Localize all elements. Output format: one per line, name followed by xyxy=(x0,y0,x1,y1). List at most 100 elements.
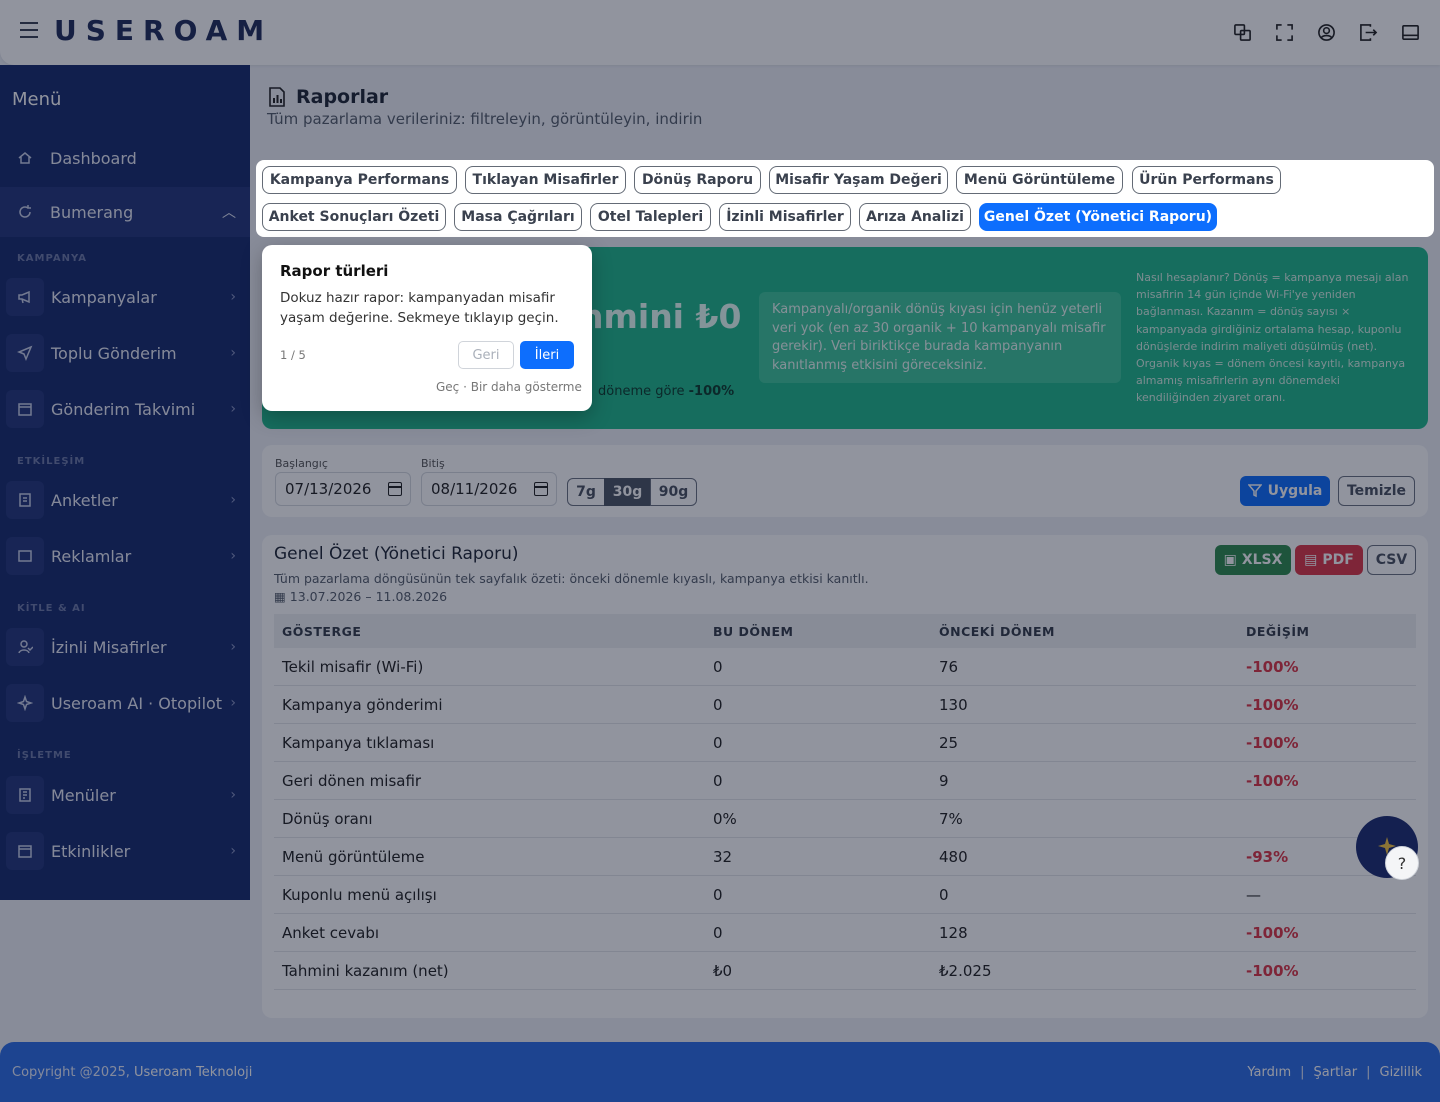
metric-name: Anket cevabı xyxy=(282,924,380,942)
sidebar-item-kampanyalar[interactable]: Kampanyalar › xyxy=(0,272,250,322)
sidebar-item-etkinlikler[interactable]: Etkinlikler › xyxy=(0,826,250,876)
current-value: 0 xyxy=(713,658,723,676)
start-date-value: 07/13/2026 xyxy=(285,480,372,498)
calendar-icon[interactable] xyxy=(388,482,402,496)
tab-ariza-analizi[interactable]: Arıza Analizi xyxy=(859,203,971,231)
calendar-icon[interactable] xyxy=(534,482,548,496)
sidebar-section: İŞLETME xyxy=(17,750,72,761)
table-row: Anket cevabı 0 128 -100% xyxy=(274,914,1416,952)
separator: | xyxy=(1300,1065,1305,1080)
send-icon xyxy=(6,334,44,372)
panel-icon[interactable] xyxy=(1400,22,1420,42)
current-value: 0 xyxy=(713,734,723,752)
table-row: Menü görüntüleme 32 480 -93% xyxy=(274,838,1416,876)
gain-delta: döneme göre -100% xyxy=(598,384,734,399)
tour-title: Rapor türleri xyxy=(280,262,389,280)
current-value: ₺0 xyxy=(713,962,733,980)
table-header: GÖSTERGE BU DÖNEM ÖNCEKİ DÖNEM DEĞİŞİM xyxy=(274,614,1416,648)
refresh-icon xyxy=(6,193,44,231)
export-pdf-button[interactable]: ▤ PDF xyxy=(1295,545,1363,575)
sidebar-item-label: Toplu Gönderim xyxy=(51,343,177,363)
export-pdf-label: PDF xyxy=(1322,552,1354,568)
previous-value: ₺2.025 xyxy=(939,962,992,980)
tour-prev-button[interactable]: Geri xyxy=(458,341,514,369)
tab-urun-performans[interactable]: Ürün Performans xyxy=(1132,166,1281,194)
tab-izinli-misafirler[interactable]: İzinli Misafirler xyxy=(719,203,851,231)
logout-icon[interactable] xyxy=(1358,22,1378,42)
tab-menu-goruntuleme[interactable]: Menü Görüntüleme xyxy=(956,166,1123,194)
column-header: BU DÖNEM xyxy=(713,624,794,639)
sidebar-item-menuler[interactable]: Menüler › xyxy=(0,770,250,820)
translate-icon[interactable] xyxy=(1232,22,1252,42)
chevron-right-icon: › xyxy=(230,492,236,508)
end-date-input[interactable]: 08/11/2026 xyxy=(421,472,557,506)
gain-delta-value: -100% xyxy=(688,384,735,399)
report-date-range: ▦ 13.07.2026 – 11.08.2026 xyxy=(274,589,447,604)
chevron-right-icon: › xyxy=(230,843,236,859)
previous-value: 130 xyxy=(939,696,968,714)
column-header: GÖSTERGE xyxy=(282,624,362,639)
tab-kampanya-performans[interactable]: Kampanya Performans xyxy=(262,166,457,194)
export-csv-button[interactable]: CSV xyxy=(1367,545,1416,575)
tab-tiklayan-misafirler[interactable]: Tıklayan Misafirler xyxy=(465,166,626,194)
chevron-right-icon: › xyxy=(230,639,236,655)
range-7g-button[interactable]: 7g xyxy=(567,478,605,506)
footer-link-help[interactable]: Yardım xyxy=(1247,1065,1291,1080)
tour-popover: Rapor türleri Dokuz hazır rapor: kampany… xyxy=(262,245,592,411)
tour-next-button[interactable]: İleri xyxy=(520,341,574,369)
filter-icon xyxy=(1247,484,1262,498)
current-value: 0 xyxy=(713,696,723,714)
table-row: Kampanya tıklaması 0 25 -100% xyxy=(274,724,1416,762)
sidebar-item-dashboard[interactable]: Dashboard xyxy=(0,133,250,183)
calculation-help: Nasıl hesaplanır? Dönüş = kampanya mesaj… xyxy=(1136,271,1409,405)
range-90g-button[interactable]: 90g xyxy=(650,478,697,506)
tab-otel-talepleri[interactable]: Otel Talepleri xyxy=(590,203,711,231)
sidebar-item-label: Menüler xyxy=(51,785,116,805)
end-date-label: Bitiş xyxy=(421,457,445,470)
tour-body: Dokuz hazır rapor: kampanyadan misafir y… xyxy=(280,290,559,326)
tab-genel-ozet[interactable]: Genel Özet (Yönetici Raporu) xyxy=(979,203,1217,231)
sidebar-item-izinli-misafirler[interactable]: İzinli Misafirler › xyxy=(0,622,250,672)
tab-anket-sonuclari-ozeti[interactable]: Anket Sonuçları Özeti xyxy=(262,203,446,231)
sparkle-icon xyxy=(6,684,44,722)
tour-step-counter: 1 / 5 xyxy=(280,348,306,362)
range-30g-button[interactable]: 30g xyxy=(604,478,651,506)
previous-value: 480 xyxy=(939,848,968,866)
sidebar-item-toplu-gonderim[interactable]: Toplu Gönderim › xyxy=(0,328,250,378)
separator: | xyxy=(1366,1065,1371,1080)
metric-name: Geri dönen misafir xyxy=(282,772,422,790)
tab-misafir-yasam-degeri[interactable]: Misafir Yaşam Değeri xyxy=(769,166,948,194)
page-title: Raporlar xyxy=(296,86,389,108)
sidebar-section: ETKİLEŞİM xyxy=(17,456,86,467)
apply-button[interactable]: Uygula xyxy=(1240,476,1330,506)
tab-donus-raporu[interactable]: Dönüş Raporu xyxy=(634,166,761,194)
start-date-input[interactable]: 07/13/2026 xyxy=(275,472,411,506)
export-xlsx-button[interactable]: ▣ XLSX xyxy=(1215,545,1291,575)
tab-masa-cagrilari[interactable]: Masa Çağrıları xyxy=(454,203,582,231)
sidebar-item-anketler[interactable]: Anketler › xyxy=(0,475,250,525)
sidebar-item-reklamlar[interactable]: Reklamlar › xyxy=(0,531,250,581)
hamburger-menu-icon[interactable] xyxy=(20,22,38,38)
sidebar-item-useroam-ai[interactable]: Useroam AI · Otopilot › xyxy=(0,678,250,728)
help-button[interactable]: ? xyxy=(1385,846,1419,880)
tour-skip-link[interactable]: Geç · Bir daha gösterme xyxy=(436,380,582,394)
clear-button[interactable]: Temizle xyxy=(1338,476,1415,506)
report-tabs: Kampanya Performans Tıklayan Misafirler … xyxy=(256,160,1434,237)
logo[interactable]: USEROAM xyxy=(54,14,273,47)
current-value: 0 xyxy=(713,772,723,790)
start-date-label: Başlangıç xyxy=(275,457,328,470)
change-value: -100% xyxy=(1246,772,1299,790)
sidebar-item-gonderim-takvimi[interactable]: Gönderim Takvimi › xyxy=(0,384,250,434)
company-link[interactable]: Useroam Teknoloji xyxy=(134,1065,252,1080)
user-icon[interactable] xyxy=(1316,22,1336,42)
insufficient-data-notice: Kampanyalı/organik dönüş kıyası için hen… xyxy=(759,292,1121,383)
fullscreen-icon[interactable] xyxy=(1274,22,1294,42)
sidebar-item-bumerang[interactable]: Bumerang ︿ xyxy=(0,187,250,237)
report-title: Genel Özet (Yönetici Raporu) xyxy=(274,544,519,564)
footer-link-terms[interactable]: Şartlar xyxy=(1314,1065,1358,1080)
event-icon xyxy=(6,832,44,870)
table-row: Tekil misafir (Wi-Fi) 0 76 -100% xyxy=(274,648,1416,686)
table-row: Kuponlu menü açılışı 0 0 — xyxy=(274,876,1416,914)
footer-link-privacy[interactable]: Gizlilik xyxy=(1380,1065,1423,1080)
report-icon xyxy=(269,87,285,107)
